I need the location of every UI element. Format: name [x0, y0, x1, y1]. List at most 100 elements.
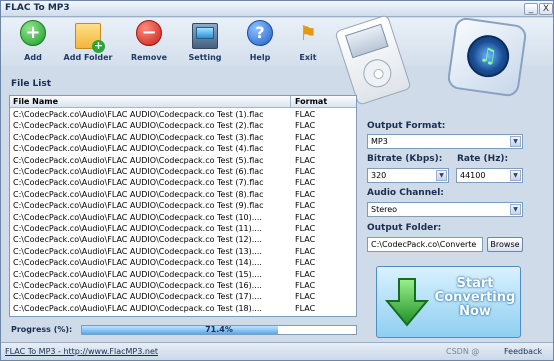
table-row[interactable]: C:\CodecPack.co\Audio\FLAC AUDIO\Codecpa…: [10, 280, 356, 291]
add-folder-button-label: Add Folder: [63, 53, 113, 62]
format-cell: FLAC: [295, 167, 316, 176]
app-window: FLAC To MP3 _ X + Add + Add Folder − Rem…: [0, 0, 554, 361]
table-row[interactable]: C:\CodecPack.co\Audio\FLAC AUDIO\Codecpa…: [10, 200, 356, 211]
start-converting-button[interactable]: Start Converting Now: [376, 266, 521, 338]
file-name-cell: C:\CodecPack.co\Audio\FLAC AUDIO\Codecpa…: [13, 201, 264, 211]
column-header-file-name[interactable]: File Name: [13, 97, 58, 106]
table-row[interactable]: C:\CodecPack.co\Audio\FLAC AUDIO\Codecpa…: [10, 166, 356, 177]
rate-select[interactable]: 44100 ▼: [456, 168, 523, 183]
file-name-cell: C:\CodecPack.co\Audio\FLAC AUDIO\Codecpa…: [13, 292, 262, 302]
add-button-label: Add: [24, 53, 42, 62]
rate-label: Rate (Hz):: [457, 154, 509, 164]
audio-channel-value: Stereo: [371, 205, 398, 214]
chevron-down-icon[interactable]: ▼: [510, 170, 521, 181]
output-format-value: MP3: [371, 137, 388, 146]
setting-button-label: Setting: [188, 53, 222, 62]
format-cell: FLAC: [295, 246, 316, 256]
download-arrow-icon: [385, 278, 429, 327]
file-name-cell: C:\CodecPack.co\Audio\FLAC AUDIO\Codecpa…: [13, 178, 264, 188]
file-name-cell: C:\CodecPack.co\Audio\FLAC AUDIO\Codecpa…: [13, 235, 262, 245]
file-list-label: File List: [11, 79, 52, 89]
table-row[interactable]: C:\CodecPack.co\Audio\FLAC AUDIO\Codecpa…: [10, 143, 356, 154]
file-name-cell: C:\CodecPack.co\Audio\FLAC AUDIO\Codecpa…: [13, 167, 264, 176]
file-name-cell: C:\CodecPack.co\Audio\FLAC AUDIO\Codecpa…: [13, 303, 262, 313]
format-cell: FLAC: [295, 155, 316, 165]
website-link[interactable]: FLAC To MP3 - http://www.FlacMP3.net: [5, 347, 158, 356]
file-name-cell: C:\CodecPack.co\Audio\FLAC AUDIO\Codecpa…: [13, 189, 264, 199]
file-name-cell: C:\CodecPack.co\Audio\FLAC AUDIO\Codecpa…: [13, 121, 264, 131]
file-list[interactable]: File Name Format C:\CodecPack.co\Audio\F…: [9, 95, 357, 317]
feedback-link[interactable]: Feedback: [504, 347, 542, 356]
format-cell: FLAC: [295, 303, 316, 313]
format-cell: FLAC: [295, 258, 316, 268]
format-cell: FLAC: [295, 269, 316, 279]
file-name-cell: C:\CodecPack.co\Audio\FLAC AUDIO\Codecpa…: [13, 281, 262, 290]
title-bar[interactable]: FLAC To MP3 _ X: [1, 1, 553, 17]
table-row[interactable]: C:\CodecPack.co\Audio\FLAC AUDIO\Codecpa…: [10, 246, 356, 257]
close-button[interactable]: X: [539, 3, 553, 15]
table-row[interactable]: C:\CodecPack.co\Audio\FLAC AUDIO\Codecpa…: [10, 109, 356, 120]
progress-bar: 71.4%: [81, 325, 357, 335]
table-row[interactable]: C:\CodecPack.co\Audio\FLAC AUDIO\Codecpa…: [10, 155, 356, 166]
chevron-down-icon[interactable]: ▼: [436, 170, 447, 181]
add-icon: +: [20, 20, 46, 46]
format-cell: FLAC: [295, 132, 316, 142]
minimize-button[interactable]: _: [524, 3, 538, 15]
rate-value: 44100: [460, 171, 486, 180]
music-note-icon: ♫: [477, 42, 499, 69]
format-cell: FLAC: [295, 178, 316, 188]
browse-button[interactable]: Browse: [487, 237, 523, 252]
speaker-icon: ♫: [446, 16, 528, 98]
chevron-down-icon[interactable]: ▼: [510, 204, 521, 215]
format-cell: FLAC: [295, 224, 316, 233]
watermark-text: CSDN @: [446, 347, 480, 356]
exit-button[interactable]: ⚑ Exit: [278, 20, 338, 64]
table-row[interactable]: C:\CodecPack.co\Audio\FLAC AUDIO\Codecpa…: [10, 223, 356, 234]
table-row[interactable]: C:\CodecPack.co\Audio\FLAC AUDIO\Codecpa…: [10, 303, 356, 314]
output-folder-label: Output Folder:: [367, 223, 442, 233]
progress-value: 71.4%: [205, 325, 233, 334]
remove-icon: −: [136, 20, 162, 46]
add-button[interactable]: + Add: [3, 20, 63, 64]
table-row[interactable]: C:\CodecPack.co\Audio\FLAC AUDIO\Codecpa…: [10, 177, 356, 188]
table-row[interactable]: C:\CodecPack.co\Audio\FLAC AUDIO\Codecpa…: [10, 212, 356, 223]
window-title: FLAC To MP3: [5, 3, 70, 13]
output-folder-input[interactable]: C:\CodecPack.co\Converte: [367, 237, 483, 252]
file-name-cell: C:\CodecPack.co\Audio\FLAC AUDIO\Codecpa…: [13, 144, 264, 154]
format-cell: FLAC: [295, 121, 316, 131]
format-cell: FLAC: [295, 189, 316, 199]
setting-button[interactable]: Setting: [175, 20, 235, 64]
chevron-down-icon[interactable]: ▼: [510, 136, 521, 147]
bitrate-value: 320: [371, 171, 387, 180]
add-folder-button[interactable]: + Add Folder: [58, 20, 118, 64]
format-cell: FLAC: [295, 292, 316, 302]
format-cell: FLAC: [295, 235, 316, 245]
status-bar: FLAC To MP3 - http://www.FlacMP3.net CSD…: [1, 342, 553, 360]
table-row[interactable]: C:\CodecPack.co\Audio\FLAC AUDIO\Codecpa…: [10, 269, 356, 280]
file-list-header: File Name Format: [10, 96, 356, 108]
table-row[interactable]: C:\CodecPack.co\Audio\FLAC AUDIO\Codecpa…: [10, 257, 356, 268]
remove-button[interactable]: − Remove: [119, 20, 179, 64]
file-name-cell: C:\CodecPack.co\Audio\FLAC AUDIO\Codecpa…: [13, 155, 264, 165]
exit-icon: ⚑: [299, 21, 317, 45]
table-row[interactable]: C:\CodecPack.co\Audio\FLAC AUDIO\Codecpa…: [10, 291, 356, 302]
help-icon: ?: [247, 20, 273, 46]
start-converting-label: Start Converting Now: [434, 276, 516, 319]
setting-icon: [192, 23, 218, 49]
remove-button-label: Remove: [130, 53, 168, 62]
output-format-select[interactable]: MP3 ▼: [367, 134, 523, 149]
format-cell: FLAC: [295, 144, 316, 154]
audio-channel-select[interactable]: Stereo ▼: [367, 202, 523, 217]
output-format-label: Output Format:: [367, 121, 446, 131]
bitrate-select[interactable]: 320 ▼: [367, 168, 449, 183]
file-name-cell: C:\CodecPack.co\Audio\FLAC AUDIO\Codecpa…: [13, 246, 262, 256]
file-name-cell: C:\CodecPack.co\Audio\FLAC AUDIO\Codecpa…: [13, 224, 262, 233]
table-row[interactable]: C:\CodecPack.co\Audio\FLAC AUDIO\Codecpa…: [10, 189, 356, 200]
column-header-format[interactable]: Format: [295, 97, 327, 106]
format-cell: FLAC: [295, 201, 316, 211]
table-row[interactable]: C:\CodecPack.co\Audio\FLAC AUDIO\Codecpa…: [10, 120, 356, 131]
format-cell: FLAC: [295, 212, 316, 222]
table-row[interactable]: C:\CodecPack.co\Audio\FLAC AUDIO\Codecpa…: [10, 234, 356, 245]
table-row[interactable]: C:\CodecPack.co\Audio\FLAC AUDIO\Codecpa…: [10, 132, 356, 143]
audio-channel-label: Audio Channel:: [367, 188, 444, 198]
